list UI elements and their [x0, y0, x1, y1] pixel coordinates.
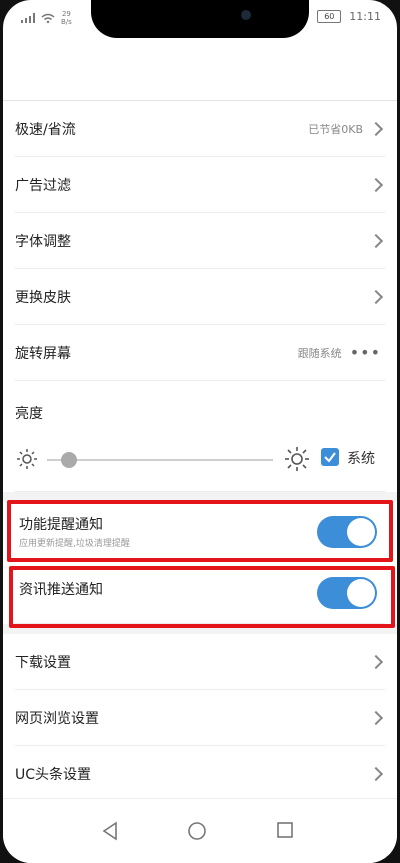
chevron-right-icon: [368, 289, 384, 304]
row-label: 广告过滤: [15, 177, 71, 194]
brightness-section: 亮度 系统: [15, 381, 385, 492]
row-right: [368, 710, 385, 725]
status-right: 60 11:11: [317, 10, 381, 23]
row-label: 字体调整: [15, 233, 71, 250]
row-right: [368, 233, 385, 248]
row-download-settings[interactable]: 下载设置: [15, 634, 385, 690]
sun-small-icon: [17, 449, 37, 469]
row-label: 旋转屏幕: [15, 345, 71, 362]
row-right: 已节省0KB: [308, 121, 385, 137]
row-rotate-screen[interactable]: 旋转屏幕 跟随系统 •••: [15, 325, 385, 381]
brightness-slider-thumb[interactable]: [61, 452, 77, 468]
row-speed-mode[interactable]: 极速/省流 已节省0KB: [15, 101, 385, 157]
row-uc-headline-settings[interactable]: UC头条设置: [15, 746, 385, 802]
chevron-right-icon: [368, 121, 384, 136]
chevron-right-icon: [368, 766, 384, 781]
row-skin[interactable]: 更换皮肤: [15, 269, 385, 325]
settings-list: 极速/省流 已节省0KB 广告过滤 字体调整 更换皮肤 旋转屏幕 跟随系统 ••…: [3, 101, 397, 802]
row-right: [368, 289, 385, 304]
row-right: [368, 177, 385, 192]
row-browsing-settings[interactable]: 网页浏览设置: [15, 690, 385, 746]
chevron-right-icon: [368, 654, 384, 669]
row-label: 下载设置: [15, 654, 71, 671]
row-right: [368, 766, 385, 781]
status-bar: 29 B/s 60 11:11: [3, 0, 397, 40]
battery-icon: 60: [317, 10, 342, 23]
recent-apps-square-icon[interactable]: [276, 821, 294, 839]
phone-screen: 29 B/s 60 11:11 极速/省流 已节省0KB 广告过滤 字体调整 更…: [3, 0, 397, 863]
more-dots-icon[interactable]: •••: [350, 343, 381, 362]
row-font-size[interactable]: 字体调整: [15, 213, 385, 269]
highlight-box-news-push: [9, 566, 395, 628]
brightness-slider[interactable]: [47, 459, 273, 461]
row-label: 极速/省流: [15, 121, 76, 138]
network-speed: 29 B/s: [61, 10, 72, 26]
clock: 11:11: [349, 10, 381, 23]
chevron-right-icon: [368, 177, 384, 192]
chevron-right-icon: [368, 710, 384, 725]
home-circle-icon[interactable]: [187, 821, 207, 841]
camera-icon: [241, 10, 251, 20]
brightness-label: 亮度: [15, 406, 43, 422]
row-label: UC头条设置: [15, 766, 92, 783]
system-brightness-checkbox[interactable]: [321, 448, 339, 466]
header-area: [3, 40, 397, 101]
system-label: 系统: [347, 451, 375, 467]
checkmark-icon: [324, 452, 336, 463]
row-right: [368, 654, 385, 669]
saved-data-value: 已节省0KB: [308, 122, 363, 136]
row-ad-filter[interactable]: 广告过滤: [15, 157, 385, 213]
status-left: 29 B/s: [21, 10, 72, 26]
wifi-icon: [41, 13, 55, 23]
sun-large-icon: [285, 447, 309, 471]
row-label: 更换皮肤: [15, 289, 71, 306]
camera-notch: [91, 0, 309, 38]
row-label: 网页浏览设置: [15, 710, 99, 727]
rotate-value: 跟随系统: [297, 346, 342, 360]
back-triangle-icon[interactable]: [101, 821, 119, 841]
row-right: 跟随系统 •••: [298, 343, 385, 362]
chevron-right-icon: [368, 233, 384, 248]
signal-icon: [21, 13, 35, 23]
system-nav-bar: [3, 798, 397, 863]
highlight-box-feature-notification: [7, 500, 393, 562]
